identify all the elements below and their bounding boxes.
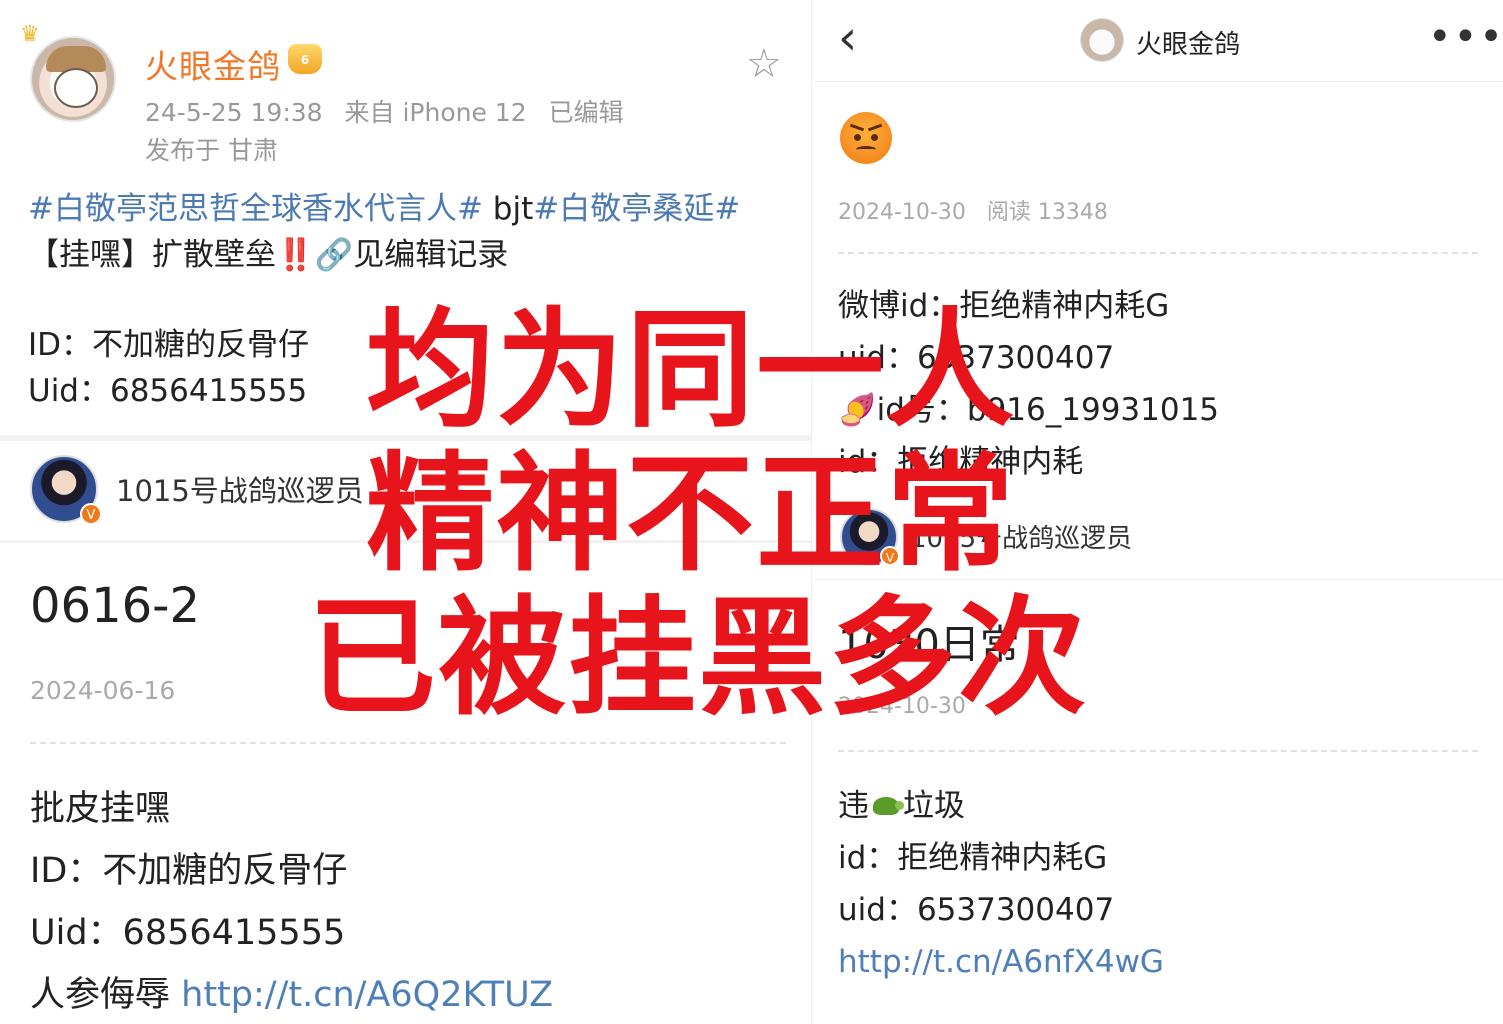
article-title: 0616-2 <box>30 578 201 634</box>
post-ids: ID：不加糖的反骨仔 Uid：6856415555 <box>28 322 309 414</box>
crown-icon: ♛ <box>20 22 40 47</box>
post-line2-suffix: 见编辑记录 <box>353 237 509 273</box>
right-screenshot-panel: ‹ 火眼金鸽 ••• 2024-10-30 阅读 13348 微博id：拒绝精神… <box>814 0 1503 1024</box>
dashed-divider <box>30 742 786 744</box>
article-body: 批皮挂嘿 ID：不加糖的反骨仔 Uid：6856415555 人参侮辱 http… <box>30 778 553 1024</box>
short-link[interactable]: http://t.cn/A6nfX4wG <box>838 936 1164 988</box>
article-line: Uid：6856415555 <box>30 913 346 953</box>
article-line-part: 违 <box>838 788 869 824</box>
post-uid-line: Uid：6856415555 <box>28 373 308 409</box>
link-icon: 🔗 <box>314 237 354 273</box>
post-source: 来自 iPhone 12 <box>344 98 527 127</box>
article-line: ID：不加糖的反骨仔 <box>30 851 348 891</box>
article-date: 2024-10-30 <box>838 694 966 719</box>
angry-brow <box>849 123 865 132</box>
comment-author-row[interactable]: V 1015号战鸽巡逻员 <box>814 500 1503 580</box>
angry-face-icon <box>840 112 892 164</box>
post-meta: 24-5-25 19:38 来自 iPhone 12 已编辑 <box>145 93 638 129</box>
turtle-icon <box>869 794 904 818</box>
article-line: 批皮挂嘿 <box>30 789 171 829</box>
article-date: 2024-06-16 <box>30 676 176 705</box>
commenter-name[interactable]: 1015号战鸽巡逻员 <box>910 518 1132 555</box>
tag-text: bjt <box>482 191 534 227</box>
verified-v-icon: V <box>80 503 102 525</box>
article-title: 1030日常 <box>838 622 1020 668</box>
article-line: uid：6537300407 <box>838 340 1115 376</box>
article-line: 🍠id号：b916_19931015 <box>838 384 1219 436</box>
post-id-line: ID：不加糖的反骨仔 <box>28 327 310 363</box>
article-body: 微博id：拒绝精神内耗G uid：6537300407 🍠id号：b916_19… <box>838 280 1219 488</box>
nav-title[interactable]: 火眼金鸽 <box>1136 24 1240 61</box>
dashed-divider <box>838 252 1478 254</box>
post-body: #白敬亭范思哲全球香水代言人# bjt#白敬亭桑延# 【挂嘿】扩散壁垒‼️🔗见编… <box>28 186 798 278</box>
article-line: id：拒绝精神内耗 <box>838 444 1084 480</box>
dashed-divider <box>838 750 1478 752</box>
article-date: 2024-10-30 <box>838 200 966 225</box>
post-time: 24-5-25 19:38 <box>145 98 323 127</box>
sweet-potato-icon: 🍠 <box>838 392 877 428</box>
section-divider <box>0 435 811 441</box>
article-line: uid：6537300407 <box>838 892 1115 928</box>
commenter-name[interactable]: 1015号战鸽巡逻员 <box>116 468 364 510</box>
angry-eye <box>854 134 861 141</box>
chevron-left-icon[interactable]: ‹ <box>838 12 857 64</box>
section-divider <box>0 540 811 543</box>
angry-mouth <box>856 146 876 153</box>
more-icon[interactable]: ••• <box>1428 14 1503 60</box>
article-line: 违垃圾 <box>838 780 1164 832</box>
post-location: 发布于 甘肃 <box>145 136 278 165</box>
article-body: 违垃圾 id：拒绝精神内耗G uid：6537300407 http://t.c… <box>838 780 1164 988</box>
article-line: 微博id：拒绝精神内耗G <box>838 288 1170 324</box>
avatar-face <box>54 68 98 108</box>
double-exclamation-icon: ‼️ <box>276 237 315 273</box>
hashtag-link[interactable]: #白敬亭范思哲全球香水代言人# <box>28 191 483 227</box>
hashtag-link[interactable]: #白敬亭桑延# <box>533 191 740 227</box>
verified-v-icon: V <box>880 546 900 566</box>
article-line3-text: id号：b916_19931015 <box>876 392 1220 428</box>
post-header: ♛ 火眼金鸽 6 24-5-25 19:38 来自 iPhone 12 已编辑 … <box>0 0 811 175</box>
article-line-part: 垃圾 <box>903 788 965 824</box>
angry-eye <box>871 134 878 141</box>
article-line: id：拒绝精神内耗G <box>838 840 1108 876</box>
left-screenshot-panel: ♛ 火眼金鸽 6 24-5-25 19:38 来自 iPhone 12 已编辑 … <box>0 0 812 1024</box>
post-line2: 【挂嘿】扩散壁垒‼️🔗见编辑记录 <box>28 232 798 278</box>
nav-avatar[interactable] <box>1080 18 1124 62</box>
article-line: 人参侮辱 http://t.cn/A6Q2KTUZ <box>30 964 553 1024</box>
angry-brow <box>867 123 883 132</box>
post-tags-line: #白敬亭范思哲全球香水代言人# bjt#白敬亭桑延# <box>28 186 798 232</box>
short-link[interactable]: http://t.cn/A6Q2KTUZ <box>181 975 553 1015</box>
post-line2-prefix: 【挂嘿】扩散壁垒 <box>28 237 276 273</box>
article-line4-prefix: 人参侮辱 <box>30 975 182 1015</box>
article-meta: 2024-10-30 阅读 13348 <box>838 194 1122 226</box>
post-edited[interactable]: 已编辑 <box>549 98 624 127</box>
vip-badge: 6 <box>288 44 322 74</box>
read-count: 阅读 13348 <box>986 200 1108 225</box>
star-icon[interactable]: ☆ <box>746 44 782 84</box>
author-avatar[interactable] <box>30 36 116 122</box>
nav-bar: ‹ 火眼金鸽 ••• <box>814 0 1503 82</box>
author-name[interactable]: 火眼金鸽 <box>145 40 281 88</box>
